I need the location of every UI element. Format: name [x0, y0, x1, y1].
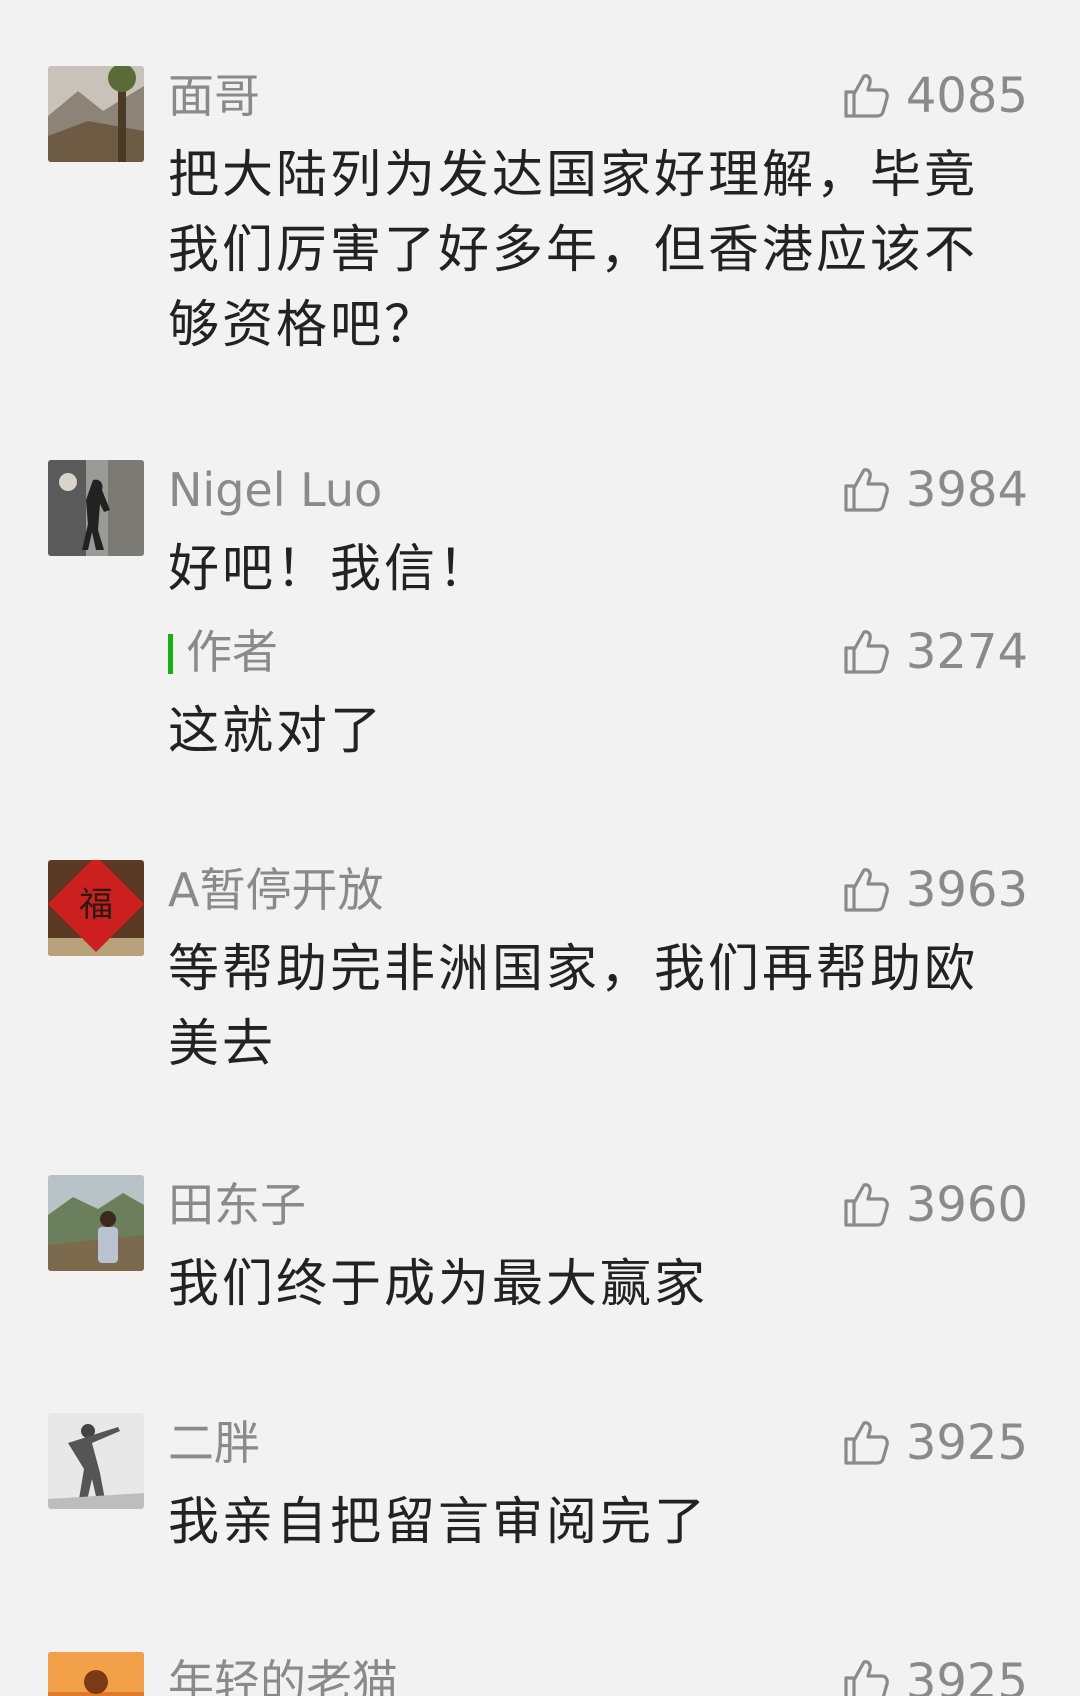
- commenter-name[interactable]: 面哥: [168, 66, 260, 126]
- thumbs-up-icon: [844, 868, 889, 912]
- thumbs-up-icon: [844, 1421, 889, 1465]
- avatar-image: [48, 66, 144, 162]
- like-button[interactable]: 3984: [840, 460, 1028, 520]
- like-button[interactable]: 3274: [840, 622, 1028, 682]
- svg-text:福: 福: [79, 885, 113, 925]
- comment-text: 等帮助完非洲国家，我们再帮助欧美去: [168, 940, 979, 1074]
- comment-text: 好吧！我信！: [168, 540, 493, 599]
- commenter-name[interactable]: 二胖: [168, 1413, 260, 1473]
- avatar[interactable]: [48, 1175, 144, 1271]
- avatar[interactable]: [48, 1652, 144, 1696]
- comment-text: 把大陆列为发达国家好理解，毕竟我们厉害了好多年，但香港应该不够资格吧？: [168, 146, 979, 355]
- avatar[interactable]: [48, 66, 144, 162]
- comment-list: 面哥 4085 把大陆列为发达国家好理解，毕竟我们厉害了好多年，但香港应该不够资…: [0, 0, 1080, 1696]
- avatar-image: [48, 460, 144, 556]
- thumbs-up-icon: [844, 74, 889, 118]
- like-button[interactable]: 3960: [840, 1175, 1028, 1235]
- avatar-image: [48, 1652, 144, 1696]
- thumbs-up-icon: [844, 630, 889, 674]
- like-count: 3984: [905, 462, 1028, 518]
- like-button[interactable]: 3925: [840, 1652, 1028, 1696]
- thumbs-up-icon: [844, 1183, 889, 1227]
- avatar[interactable]: [48, 1413, 144, 1509]
- avatar[interactable]: [48, 460, 144, 556]
- like-button[interactable]: 3963: [840, 860, 1028, 920]
- avatar[interactable]: 福: [48, 860, 144, 956]
- reply-text: 这就对了: [168, 702, 385, 761]
- author-label: 作者: [186, 625, 278, 679]
- avatar-image: [48, 1413, 144, 1509]
- like-button[interactable]: 4085: [840, 66, 1028, 126]
- avatar-image: 福: [48, 860, 144, 956]
- like-count: 3925: [905, 1415, 1028, 1471]
- like-count: 3963: [905, 862, 1028, 918]
- commenter-name[interactable]: 年轻的老猫: [168, 1652, 398, 1696]
- comment-text: 我亲自把留言审阅完了: [168, 1493, 709, 1552]
- like-count: 3925: [905, 1654, 1028, 1696]
- like-count: 4085: [905, 68, 1028, 124]
- commenter-name[interactable]: Nigel Luo: [168, 460, 382, 520]
- comment-text: 我们终于成为最大赢家: [168, 1255, 709, 1314]
- commenter-name[interactable]: 田东子: [168, 1175, 306, 1235]
- like-count: 3274: [905, 624, 1028, 680]
- thumbs-up-icon: [844, 468, 889, 512]
- avatar-image: [48, 1175, 144, 1271]
- thumbs-up-icon: [844, 1660, 889, 1696]
- like-button[interactable]: 3925: [840, 1413, 1028, 1473]
- commenter-name[interactable]: A暂停开放: [168, 860, 383, 920]
- like-count: 3960: [905, 1177, 1028, 1233]
